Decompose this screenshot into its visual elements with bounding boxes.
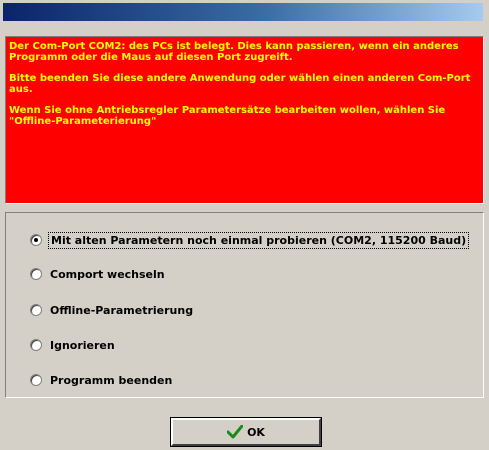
checkmark-icon [227, 425, 244, 439]
radio-button-checked[interactable] [30, 234, 42, 246]
ok-button[interactable]: OK [170, 417, 322, 447]
option-label: Ignorieren [50, 338, 115, 352]
ok-button-label: OK [247, 425, 265, 439]
radio-button[interactable] [30, 304, 42, 316]
error-message-panel: Der Com-Port COM2: des PCs ist belegt. D… [5, 36, 484, 204]
title-bar[interactable] [3, 3, 483, 21]
dialog-window: Der Com-Port COM2: des PCs ist belegt. D… [0, 0, 489, 450]
radio-button[interactable] [30, 268, 42, 280]
option-label: Programm beenden [50, 373, 173, 387]
option-retry[interactable]: Mit alten Parametern noch einmal probier… [30, 231, 470, 249]
options-group: Mit alten Parametern noch einmal probier… [5, 212, 484, 398]
message-paragraph-3: Wenn Sie ohne Antriebsregler Parametersä… [9, 105, 449, 127]
option-exit-program[interactable]: Programm beenden [30, 372, 172, 388]
option-label: Mit alten Parametern noch einmal probier… [47, 231, 470, 249]
option-label: Comport wechseln [50, 267, 165, 281]
radio-button[interactable] [30, 339, 42, 351]
option-offline[interactable]: Offline-Parametrierung [30, 302, 193, 318]
message-paragraph-2: Bitte beenden Sie diese andere Anwendung… [9, 73, 474, 95]
radio-button[interactable] [30, 374, 42, 386]
message-paragraph-1: Der Com-Port COM2: des PCs ist belegt. D… [9, 41, 463, 63]
option-change-comport[interactable]: Comport wechseln [30, 266, 165, 282]
option-label: Offline-Parametrierung [50, 303, 194, 317]
option-ignore[interactable]: Ignorieren [30, 337, 115, 353]
